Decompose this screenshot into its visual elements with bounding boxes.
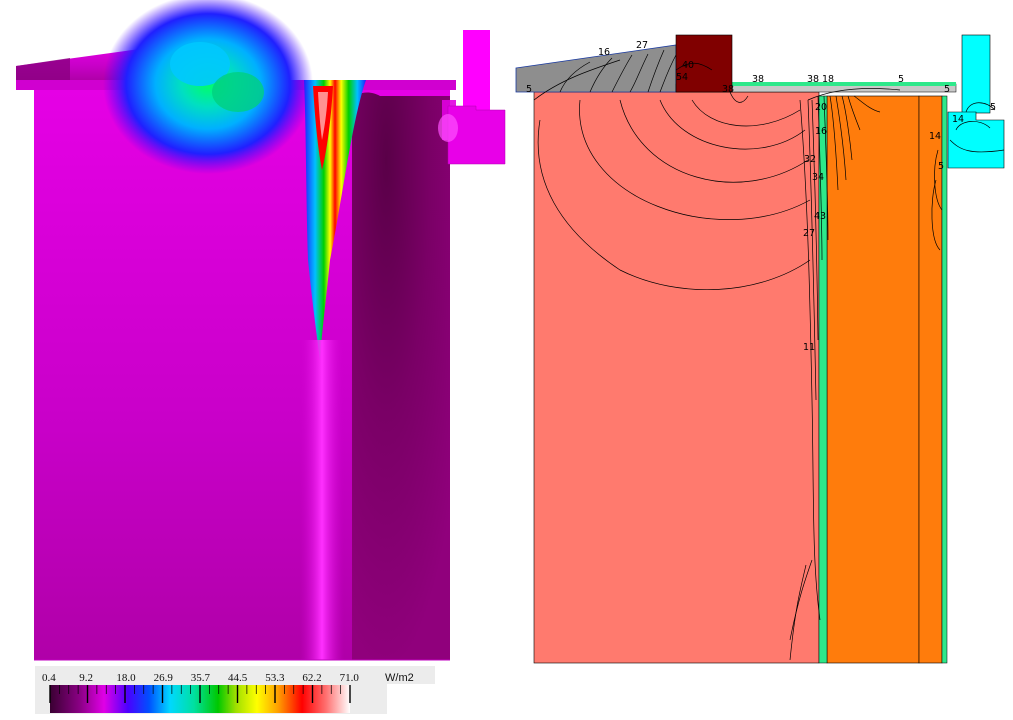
isotherm-label: 16 [815,126,827,137]
thermal-analysis-figure: 0.4 9.2 18.0 26.9 35.7 44.5 53.3 62.2 71.0 W/m2 [16,0,1005,714]
legend-tick-label: 26.9 [154,672,174,684]
model-insulation-left [826,95,920,664]
isotherm-label: 5 [944,84,950,95]
legend-tick-label: 44.5 [228,672,248,684]
legend-unit: W/m2 [385,672,414,684]
legend-tick-label: 62.2 [302,672,321,684]
isotherm-label: 5 [526,84,532,95]
model-slab-green-edge [732,82,956,86]
flux-right-post [463,30,490,110]
isotherm-label: 38 [722,84,734,95]
model-insulation-right [918,95,943,664]
isotherm-label: 11 [803,342,815,353]
flux-dark-wall-region [352,92,450,660]
isotherm-label: 40 [682,60,694,71]
isotherm-label: 5 [898,74,904,85]
isotherm-label: 5 [938,161,944,172]
isotherm-label: 14 [929,131,941,142]
model-geometry-plot: 162754054 38 383818 5551414520163234432711 [515,34,1005,664]
color-legend: 0.4 9.2 18.0 26.9 35.7 44.5 53.3 62.2 71.0 W/m2 [35,666,435,714]
isotherm-label: 16 [598,47,610,58]
isotherm-label: 18 [822,74,834,85]
isotherm-label: 14 [952,114,964,125]
isotherm-label: 43 [814,211,826,222]
isotherm-label: 54 [676,72,688,83]
legend-tick-label: 35.7 [191,672,211,684]
model-main-region [533,91,820,664]
legend-tick-label: 18.0 [116,672,136,684]
legend-tick-label: 9.2 [79,672,93,684]
flux-hot-zone [103,0,313,174]
isotherm-label: 27 [636,40,648,51]
isotherm-label: 34 [812,172,824,183]
legend-tick-label: 71.0 [340,672,360,684]
isotherm-label: 20 [815,102,827,113]
isotherm-label: 32 [804,154,816,165]
legend-tick-label: 0.4 [42,672,56,684]
model-right-post [961,34,991,114]
model-facade-strip [941,95,948,664]
isotherm-label: 5 [990,102,996,113]
heat-flux-plot [16,0,506,660]
legend-tick-label: 53.3 [265,672,285,684]
isotherm-label: 27 [803,228,815,239]
isotherm-label: 38 [752,74,764,85]
isotherm-label: 38 [807,74,819,85]
flux-spike-tail [300,340,344,660]
legend-tick-labels: 0.4 9.2 18.0 26.9 35.7 44.5 53.3 62.2 71.0 [42,672,359,684]
